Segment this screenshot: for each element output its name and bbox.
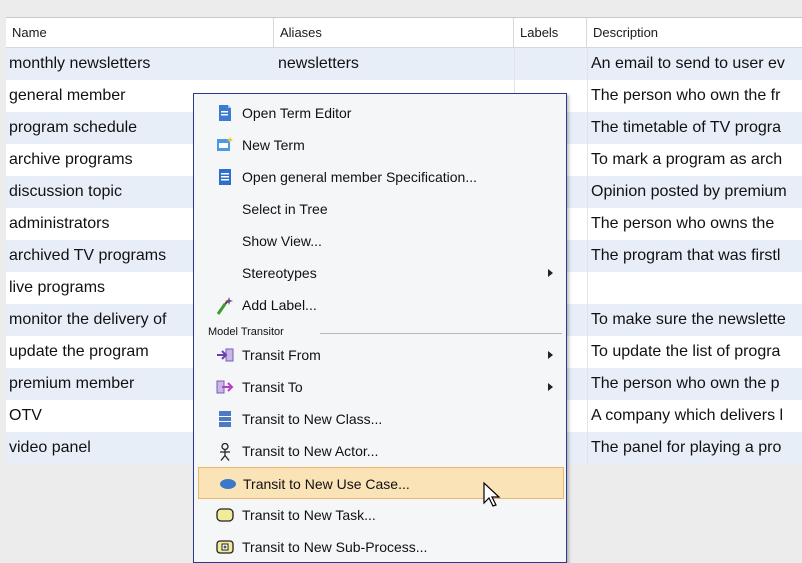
menu-item-transit-new-task[interactable]: Transit to New Task... [196,499,564,531]
menu-item-transit-new-sub-process[interactable]: Transit to New Sub-Process... [196,531,564,563]
menu-item-label: New Term [242,137,305,153]
mouse-pointer-icon [483,481,503,508]
cell-description[interactable]: The timetable of TV progra [587,112,802,144]
context-menu: Open Term Editor New Term Open general m… [193,93,567,563]
column-header-labels[interactable]: Labels [514,18,587,47]
cell-description[interactable]: The program that was firstl [587,240,802,272]
submenu-arrow-icon [548,383,553,391]
menu-item-transit-from[interactable]: Transit From [196,339,564,371]
cell-description[interactable]: The person who owns the [587,208,802,240]
cell-description[interactable]: The person who own the p [587,368,802,400]
submenu-arrow-icon [548,351,553,359]
menu-item-label: Stereotypes [242,265,317,281]
menu-section-label: Model Transitor [208,326,284,338]
menu-item-label: Transit to New Sub-Process... [242,539,428,555]
column-header-name[interactable]: Name [6,18,274,47]
cell-name[interactable]: monthly newsletters [6,48,274,80]
cell-description[interactable]: The panel for playing a pro [587,432,802,464]
menu-item-label: Show View... [242,233,322,249]
menu-item-label: Transit to New Task... [242,507,376,523]
menu-item-transit-new-actor[interactable]: Transit to New Actor... [196,435,564,467]
menu-item-add-label[interactable]: Add Label... [196,289,564,321]
menu-item-label: Select in Tree [242,201,328,217]
menu-item-select-in-tree[interactable]: Select in Tree [196,193,564,225]
menu-item-label: Transit to New Actor... [242,443,379,459]
menu-item-new-term[interactable]: New Term [196,129,564,161]
transit-from-icon [216,347,234,363]
menu-item-label: Open Term Editor [242,105,352,121]
term-editor-icon [216,105,234,121]
cell-description[interactable] [587,272,802,304]
transit-to-icon [216,379,234,395]
cell-description[interactable]: To update the list of progra [587,336,802,368]
use-case-icon [219,476,237,492]
actor-icon [216,442,234,461]
menu-item-transit-to[interactable]: Transit To [196,371,564,403]
separator-line [320,333,562,334]
menu-item-transit-new-use-case[interactable]: Transit to New Use Case... [198,467,564,499]
column-header-description[interactable]: Description [587,18,802,47]
menu-item-stereotypes[interactable]: Stereotypes [196,257,564,289]
grid-header: Name Aliases Labels Description [6,17,802,48]
menu-item-label: Transit to New Class... [242,411,383,427]
menu-item-open-term-editor[interactable]: Open Term Editor [196,97,564,129]
add-label-icon [216,297,234,315]
cell-description[interactable]: A company which delivers l [587,400,802,432]
menu-item-label: Transit to New Use Case... [243,476,410,492]
cell-description[interactable]: To mark a program as arch [587,144,802,176]
cell-description[interactable]: The person who own the fr [587,80,802,112]
submenu-arrow-icon [548,269,553,277]
menu-item-label: Add Label... [242,297,317,313]
menu-section-separator: Model Transitor [202,326,562,339]
cell-description[interactable]: An email to send to user ev [587,48,802,80]
menu-item-show-view[interactable]: Show View... [196,225,564,257]
menu-item-transit-new-class[interactable]: Transit to New Class... [196,403,564,435]
table-row[interactable]: monthly newsletters newsletters An email… [6,48,802,80]
menu-item-label: Transit To [242,379,303,395]
cell-labels[interactable] [514,48,587,80]
column-header-aliases[interactable]: Aliases [274,18,514,47]
specification-icon [216,169,234,185]
menu-item-label: Open general member Specification... [242,169,478,185]
menu-item-label: Transit From [242,347,321,363]
sub-process-icon [216,539,234,555]
cell-alias[interactable]: newsletters [274,48,514,80]
class-icon [216,411,234,427]
cell-description[interactable]: To make sure the newslette [587,304,802,336]
new-term-icon [216,137,234,153]
cell-description[interactable]: Opinion posted by premium [587,176,802,208]
menu-item-open-specification[interactable]: Open general member Specification... [196,161,564,193]
task-icon [216,507,234,523]
